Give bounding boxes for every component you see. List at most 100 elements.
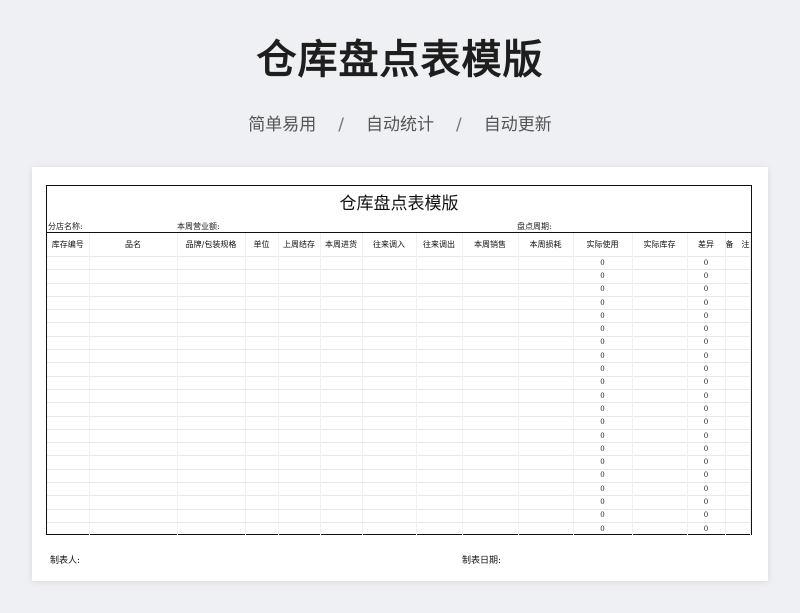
difference-cell[interactable]: 0 bbox=[687, 282, 726, 297]
table-cell[interactable] bbox=[47, 309, 90, 323]
table-cell[interactable] bbox=[416, 255, 463, 270]
table-cell[interactable] bbox=[177, 295, 246, 310]
table-cell[interactable] bbox=[518, 295, 574, 310]
difference-cell[interactable]: 0 bbox=[687, 455, 726, 470]
actual-use-cell[interactable]: 0 bbox=[573, 295, 633, 310]
table-cell[interactable] bbox=[320, 295, 363, 310]
table-cell[interactable] bbox=[89, 269, 178, 284]
difference-cell[interactable]: 0 bbox=[687, 335, 726, 350]
difference-cell[interactable]: 0 bbox=[687, 508, 726, 523]
difference-cell[interactable]: 0 bbox=[687, 362, 726, 377]
table-cell[interactable] bbox=[632, 482, 688, 496]
table-cell[interactable] bbox=[320, 322, 363, 337]
table-cell[interactable] bbox=[632, 375, 688, 390]
table-cell[interactable] bbox=[362, 255, 417, 270]
table-cell[interactable] bbox=[725, 349, 751, 363]
table-cell[interactable] bbox=[416, 388, 463, 403]
table-cell[interactable] bbox=[89, 402, 178, 417]
table-cell[interactable] bbox=[725, 442, 751, 456]
table-cell[interactable] bbox=[245, 269, 279, 284]
table-cell[interactable] bbox=[89, 375, 178, 390]
table-cell[interactable] bbox=[725, 309, 751, 323]
table-cell[interactable] bbox=[89, 428, 178, 443]
difference-cell[interactable]: 0 bbox=[687, 415, 726, 430]
difference-cell[interactable]: 0 bbox=[687, 255, 726, 270]
table-cell[interactable] bbox=[462, 388, 519, 403]
table-cell[interactable] bbox=[362, 521, 417, 536]
table-cell[interactable] bbox=[245, 442, 279, 456]
table-cell[interactable] bbox=[632, 335, 688, 350]
table-cell[interactable] bbox=[416, 322, 463, 337]
table-cell[interactable] bbox=[245, 362, 279, 377]
table-cell[interactable] bbox=[177, 349, 246, 363]
table-cell[interactable] bbox=[320, 362, 363, 377]
table-cell[interactable] bbox=[462, 295, 519, 310]
table-cell[interactable] bbox=[416, 415, 463, 430]
table-cell[interactable] bbox=[632, 442, 688, 456]
table-cell[interactable] bbox=[89, 388, 178, 403]
table-cell[interactable] bbox=[47, 415, 90, 430]
table-cell[interactable] bbox=[278, 468, 321, 483]
table-cell[interactable] bbox=[518, 375, 574, 390]
table-cell[interactable] bbox=[632, 295, 688, 310]
table-cell[interactable] bbox=[462, 402, 519, 417]
table-cell[interactable] bbox=[47, 282, 90, 297]
table-cell[interactable] bbox=[518, 402, 574, 417]
table-cell[interactable] bbox=[518, 521, 574, 536]
table-cell[interactable] bbox=[362, 362, 417, 377]
difference-cell[interactable]: 0 bbox=[687, 295, 726, 310]
table-cell[interactable] bbox=[177, 282, 246, 297]
table-cell[interactable] bbox=[725, 428, 751, 443]
table-cell[interactable] bbox=[320, 309, 363, 323]
table-cell[interactable] bbox=[725, 402, 751, 417]
table-cell[interactable] bbox=[47, 442, 90, 456]
difference-cell[interactable]: 0 bbox=[687, 442, 726, 456]
table-cell[interactable] bbox=[320, 402, 363, 417]
table-cell[interactable] bbox=[245, 282, 279, 297]
table-cell[interactable] bbox=[362, 282, 417, 297]
table-cell[interactable] bbox=[462, 322, 519, 337]
table-cell[interactable] bbox=[177, 468, 246, 483]
table-cell[interactable] bbox=[725, 255, 751, 270]
table-cell[interactable] bbox=[462, 521, 519, 536]
table-cell[interactable] bbox=[362, 322, 417, 337]
table-cell[interactable] bbox=[320, 349, 363, 363]
table-cell[interactable] bbox=[362, 375, 417, 390]
table-cell[interactable] bbox=[245, 415, 279, 430]
difference-cell[interactable]: 0 bbox=[687, 495, 726, 510]
table-cell[interactable] bbox=[462, 428, 519, 443]
table-cell[interactable] bbox=[320, 388, 363, 403]
table-cell[interactable] bbox=[278, 482, 321, 496]
table-cell[interactable] bbox=[47, 335, 90, 350]
table-cell[interactable] bbox=[416, 482, 463, 496]
actual-use-cell[interactable]: 0 bbox=[573, 362, 633, 377]
table-cell[interactable] bbox=[462, 349, 519, 363]
table-cell[interactable] bbox=[278, 255, 321, 270]
table-cell[interactable] bbox=[362, 269, 417, 284]
table-cell[interactable] bbox=[278, 322, 321, 337]
table-cell[interactable] bbox=[362, 349, 417, 363]
actual-use-cell[interactable]: 0 bbox=[573, 349, 633, 363]
table-cell[interactable] bbox=[278, 349, 321, 363]
table-cell[interactable] bbox=[362, 309, 417, 323]
table-cell[interactable] bbox=[177, 482, 246, 496]
table-cell[interactable] bbox=[278, 269, 321, 284]
actual-use-cell[interactable]: 0 bbox=[573, 415, 633, 430]
table-cell[interactable] bbox=[725, 521, 751, 536]
table-cell[interactable] bbox=[632, 468, 688, 483]
table-cell[interactable] bbox=[89, 255, 178, 270]
table-cell[interactable] bbox=[416, 375, 463, 390]
table-cell[interactable] bbox=[177, 455, 246, 470]
table-cell[interactable] bbox=[89, 362, 178, 377]
table-cell[interactable] bbox=[47, 455, 90, 470]
table-cell[interactable] bbox=[89, 415, 178, 430]
table-cell[interactable] bbox=[416, 349, 463, 363]
table-cell[interactable] bbox=[278, 309, 321, 323]
difference-cell[interactable]: 0 bbox=[687, 375, 726, 390]
table-cell[interactable] bbox=[462, 508, 519, 523]
table-cell[interactable] bbox=[416, 295, 463, 310]
table-cell[interactable] bbox=[518, 309, 574, 323]
actual-use-cell[interactable]: 0 bbox=[573, 282, 633, 297]
table-cell[interactable] bbox=[632, 349, 688, 363]
table-cell[interactable] bbox=[362, 415, 417, 430]
